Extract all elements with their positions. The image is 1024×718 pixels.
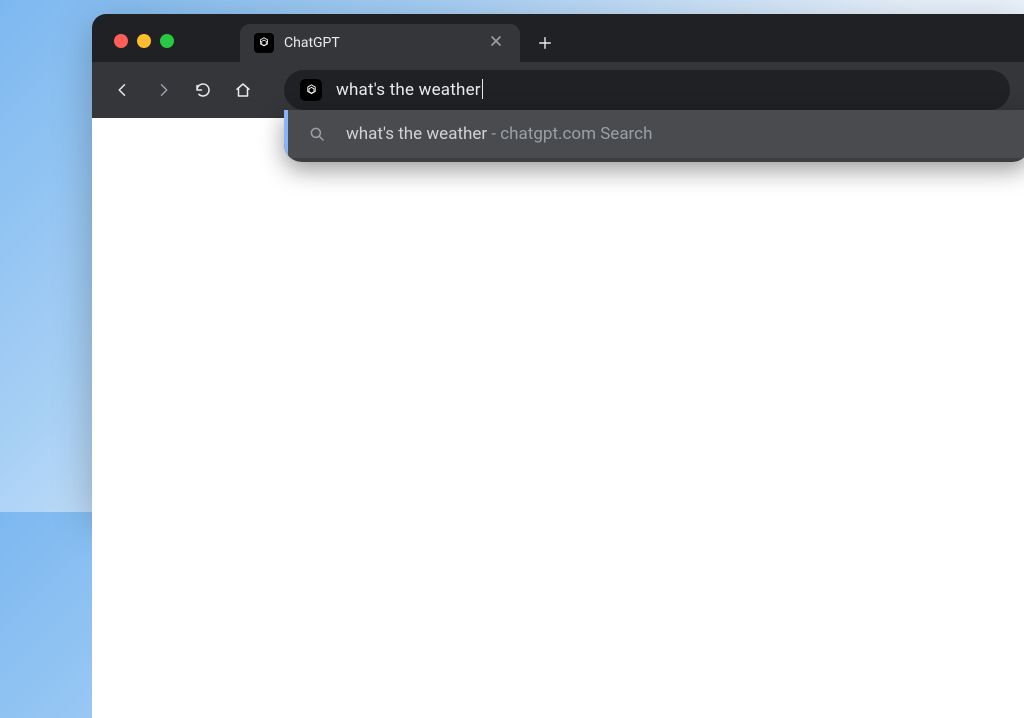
forward-button[interactable]	[146, 73, 180, 107]
toolbar: what's the weather what's the weather - …	[92, 62, 1024, 118]
back-button[interactable]	[106, 73, 140, 107]
home-button[interactable]	[226, 73, 260, 107]
suggestion-item[interactable]: what's the weather - chatgpt.com Search	[284, 110, 1024, 158]
new-tab-button[interactable]	[530, 28, 560, 58]
address-bar[interactable]: what's the weather	[284, 70, 1010, 110]
tab-title: ChatGPT	[284, 35, 476, 51]
tab-close-icon[interactable]	[486, 33, 506, 53]
browser-tab[interactable]: ChatGPT	[240, 24, 520, 62]
search-icon	[308, 125, 326, 143]
window-maximize-button[interactable]	[160, 34, 174, 48]
window-close-button[interactable]	[114, 34, 128, 48]
text-cursor	[482, 79, 484, 99]
openai-icon	[300, 79, 322, 101]
browser-window: ChatGPT	[92, 14, 1024, 512]
openai-icon	[254, 33, 274, 53]
omnibox-container: what's the weather what's the weather - …	[284, 70, 1010, 110]
page-content	[92, 118, 1024, 718]
window-minimize-button[interactable]	[137, 34, 151, 48]
reload-button[interactable]	[186, 73, 220, 107]
suggestion-text: what's the weather - chatgpt.com Search	[346, 124, 652, 144]
window-controls	[104, 34, 184, 62]
tab-strip: ChatGPT	[92, 14, 1024, 62]
address-bar-text: what's the weather	[336, 80, 483, 101]
omnibox-suggestions: what's the weather - chatgpt.com Search	[284, 110, 1024, 162]
